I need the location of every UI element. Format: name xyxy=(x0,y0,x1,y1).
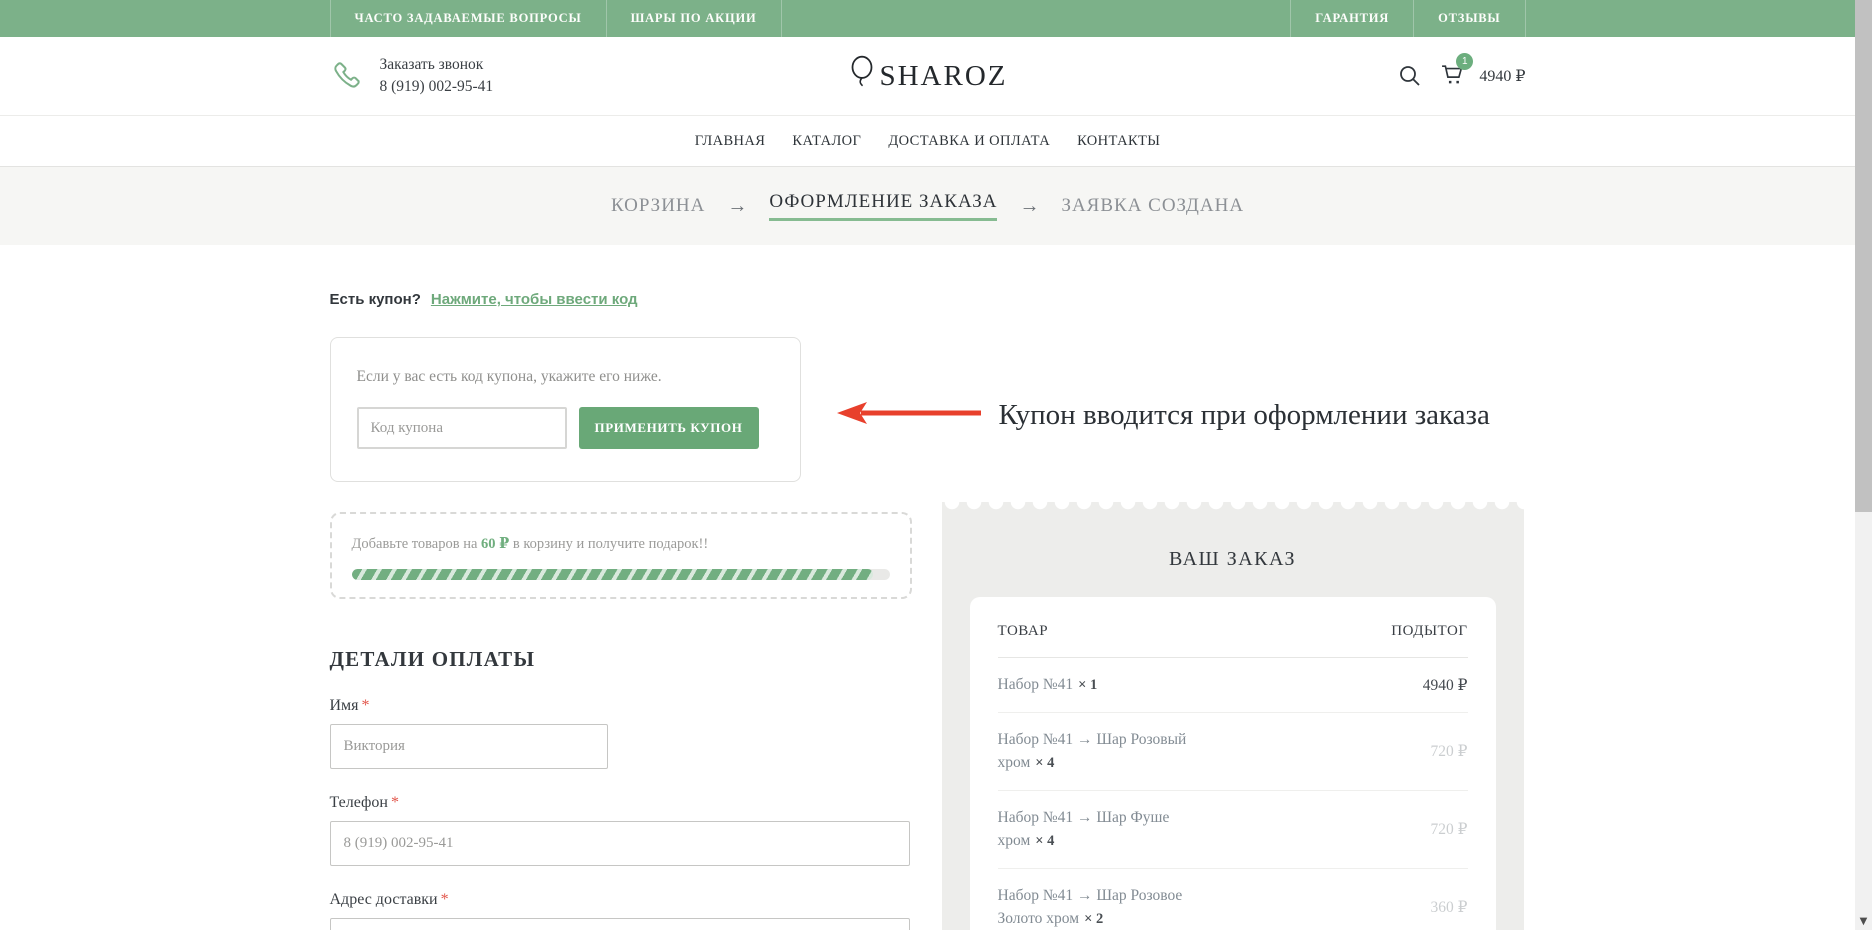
address-field-group: Адрес доставки* xyxy=(330,891,912,930)
item-name: Набор №41 xyxy=(998,676,1074,693)
required-asterisk: * xyxy=(441,891,449,908)
cart-button[interactable]: 1 4940 ₽ xyxy=(1440,61,1525,92)
item-qty: × 2 xyxy=(1084,911,1103,927)
address-field-label: Адрес доставки xyxy=(330,891,438,908)
apply-coupon-button[interactable]: ПРИМЕНИТЬ КУПОН xyxy=(579,407,759,449)
topbar-left-group: ЧАСТО ЗАДАВАЕМЫЕ ВОПРОСЫ ШАРЫ ПО АКЦИИ xyxy=(330,0,782,37)
order-row: Набор №41 → Шар Розовый хром× 4 720 ₽ xyxy=(998,713,1468,791)
gift-text-after: в корзину и получите подарок!! xyxy=(509,536,708,552)
coupon-hint-text: Если у вас есть код купона, укажите его … xyxy=(357,368,774,386)
nav-link-delivery[interactable]: ДОСТАВКА И ОПЛАТА xyxy=(888,133,1050,150)
vertical-scrollbar[interactable]: ▼ xyxy=(1855,0,1872,930)
coupon-toggle-link[interactable]: Нажмите, чтобы ввести код xyxy=(431,291,638,308)
order-card: ТОВАР ПОДЫТОГ Набор №41× 1 4940 ₽ Набор … xyxy=(970,597,1496,930)
main-content: Есть купон? Нажмите, чтобы ввести код Ес… xyxy=(0,245,1855,930)
search-icon[interactable] xyxy=(1398,64,1422,88)
coupon-annotation: Купон вводится при оформлении заказа xyxy=(835,399,1490,432)
scrollbar-down-arrow-icon[interactable]: ▼ xyxy=(1855,916,1872,927)
name-input[interactable] xyxy=(330,724,608,769)
checkout-page: ЧАСТО ЗАДАВАЕМЫЕ ВОПРОСЫ ШАРЫ ПО АКЦИИ Г… xyxy=(0,0,1855,930)
receipt-scallop-edge xyxy=(942,502,1524,514)
item-qty: × 4 xyxy=(1035,755,1054,771)
phone-field-label: Телефон xyxy=(330,794,388,811)
phone-field-group: Телефон* xyxy=(330,794,912,866)
breadcrumb-arrow-icon: → xyxy=(727,195,747,218)
required-asterisk: * xyxy=(362,697,370,714)
order-row: Набор №41× 1 4940 ₽ xyxy=(998,658,1468,713)
annotation-text: Купон вводится при оформлении заказа xyxy=(999,399,1490,432)
gift-text-before: Добавьте товаров на xyxy=(352,536,482,552)
topbar-item-warranty[interactable]: ГАРАНТИЯ xyxy=(1290,0,1413,37)
phone-icon xyxy=(330,56,366,97)
balloon-logo-icon xyxy=(847,55,877,98)
gift-progress-banner: Добавьте товаров на 60 ₽ в корзину и пол… xyxy=(330,512,912,599)
order-row: Набор №41 → Шар Фуше хром× 4 720 ₽ xyxy=(998,791,1468,869)
order-row: Набор №41 → Шар Розовое Золото хром× 2 3… xyxy=(998,869,1468,930)
cart-count-badge: 1 xyxy=(1456,53,1473,70)
nav-link-catalog[interactable]: КАТАЛОГ xyxy=(792,133,861,150)
site-header: Заказать звонок 8 (919) 002-95-41 SHAROZ xyxy=(0,37,1855,115)
item-price: 720 ₽ xyxy=(1431,742,1468,761)
callback-block[interactable]: Заказать звонок 8 (919) 002-95-41 xyxy=(330,54,710,99)
item-price: 4940 ₽ xyxy=(1423,676,1468,695)
name-field-label: Имя xyxy=(330,697,359,714)
red-arrow-left-icon xyxy=(835,400,985,431)
order-title: ВАШ ЗАКАЗ xyxy=(942,514,1524,571)
gift-progress-track xyxy=(352,569,890,580)
breadcrumb-order-created: ЗАЯВКА СОЗДАНА xyxy=(1061,195,1244,217)
billing-details-title: ДЕТАЛИ ОПЛАТЫ xyxy=(330,647,912,672)
breadcrumb-arrow-icon: → xyxy=(1019,195,1039,218)
main-nav: ГЛАВНАЯ КАТАЛОГ ДОСТАВКА И ОПЛАТА КОНТАК… xyxy=(0,115,1855,166)
logo-text: SHAROZ xyxy=(879,60,1007,93)
topbar-item-sale-balloons[interactable]: ШАРЫ ПО АКЦИИ xyxy=(606,0,782,37)
item-qty: × 4 xyxy=(1035,833,1054,849)
order-col-subtotal: ПОДЫТОГ xyxy=(1391,623,1467,640)
topbar-item-reviews[interactable]: ОТЗЫВЫ xyxy=(1413,0,1525,37)
topbar-right-group: ГАРАНТИЯ ОТЗЫВЫ xyxy=(1290,0,1525,37)
topbar-item-faq[interactable]: ЧАСТО ЗАДАВАЕМЫЕ ВОПРОСЫ xyxy=(330,0,606,37)
address-input[interactable] xyxy=(330,918,910,930)
top-utility-bar: ЧАСТО ЗАДАВАЕМЫЕ ВОПРОСЫ ШАРЫ ПО АКЦИИ Г… xyxy=(0,0,1855,37)
callback-label[interactable]: Заказать звонок xyxy=(380,54,494,76)
breadcrumb-checkout-current[interactable]: ОФОРМЛЕНИЕ ЗАКАЗА xyxy=(769,191,997,221)
phone-input[interactable] xyxy=(330,821,910,866)
nav-link-home[interactable]: ГЛАВНАЯ xyxy=(695,133,766,150)
required-asterisk: * xyxy=(391,794,399,811)
item-price: 720 ₽ xyxy=(1431,820,1468,839)
item-name: Набор №41 → Шар Фуше хром xyxy=(998,809,1170,848)
item-price: 360 ₽ xyxy=(1431,898,1468,917)
order-summary-receipt: ВАШ ЗАКАЗ ТОВАР ПОДЫТОГ Набор №41× 1 494… xyxy=(942,502,1524,930)
nav-link-contacts[interactable]: КОНТАКТЫ xyxy=(1077,133,1160,150)
breadcrumb-cart[interactable]: КОРЗИНА xyxy=(611,195,705,217)
item-qty: × 1 xyxy=(1078,677,1097,693)
coupon-code-input[interactable] xyxy=(357,407,567,449)
name-field-group: Имя* xyxy=(330,697,912,769)
coupon-question-label: Есть купон? xyxy=(330,291,421,308)
scrollbar-thumb[interactable] xyxy=(1855,0,1872,512)
breadcrumb: КОРЗИНА → ОФОРМЛЕНИЕ ЗАКАЗА → ЗАЯВКА СОЗ… xyxy=(0,166,1855,245)
logo[interactable]: SHAROZ xyxy=(710,55,1146,98)
item-name: Набор №41 → Шар Розовый хром xyxy=(998,731,1187,770)
header-phone-number[interactable]: 8 (919) 002-95-41 xyxy=(380,76,494,98)
gift-amount: 60 ₽ xyxy=(481,536,509,552)
coupon-form-box: Если у вас есть код купона, укажите его … xyxy=(330,337,801,482)
gift-progress-fill xyxy=(352,569,874,580)
order-col-product: ТОВАР xyxy=(998,623,1049,640)
cart-total: 4940 ₽ xyxy=(1479,66,1525,86)
